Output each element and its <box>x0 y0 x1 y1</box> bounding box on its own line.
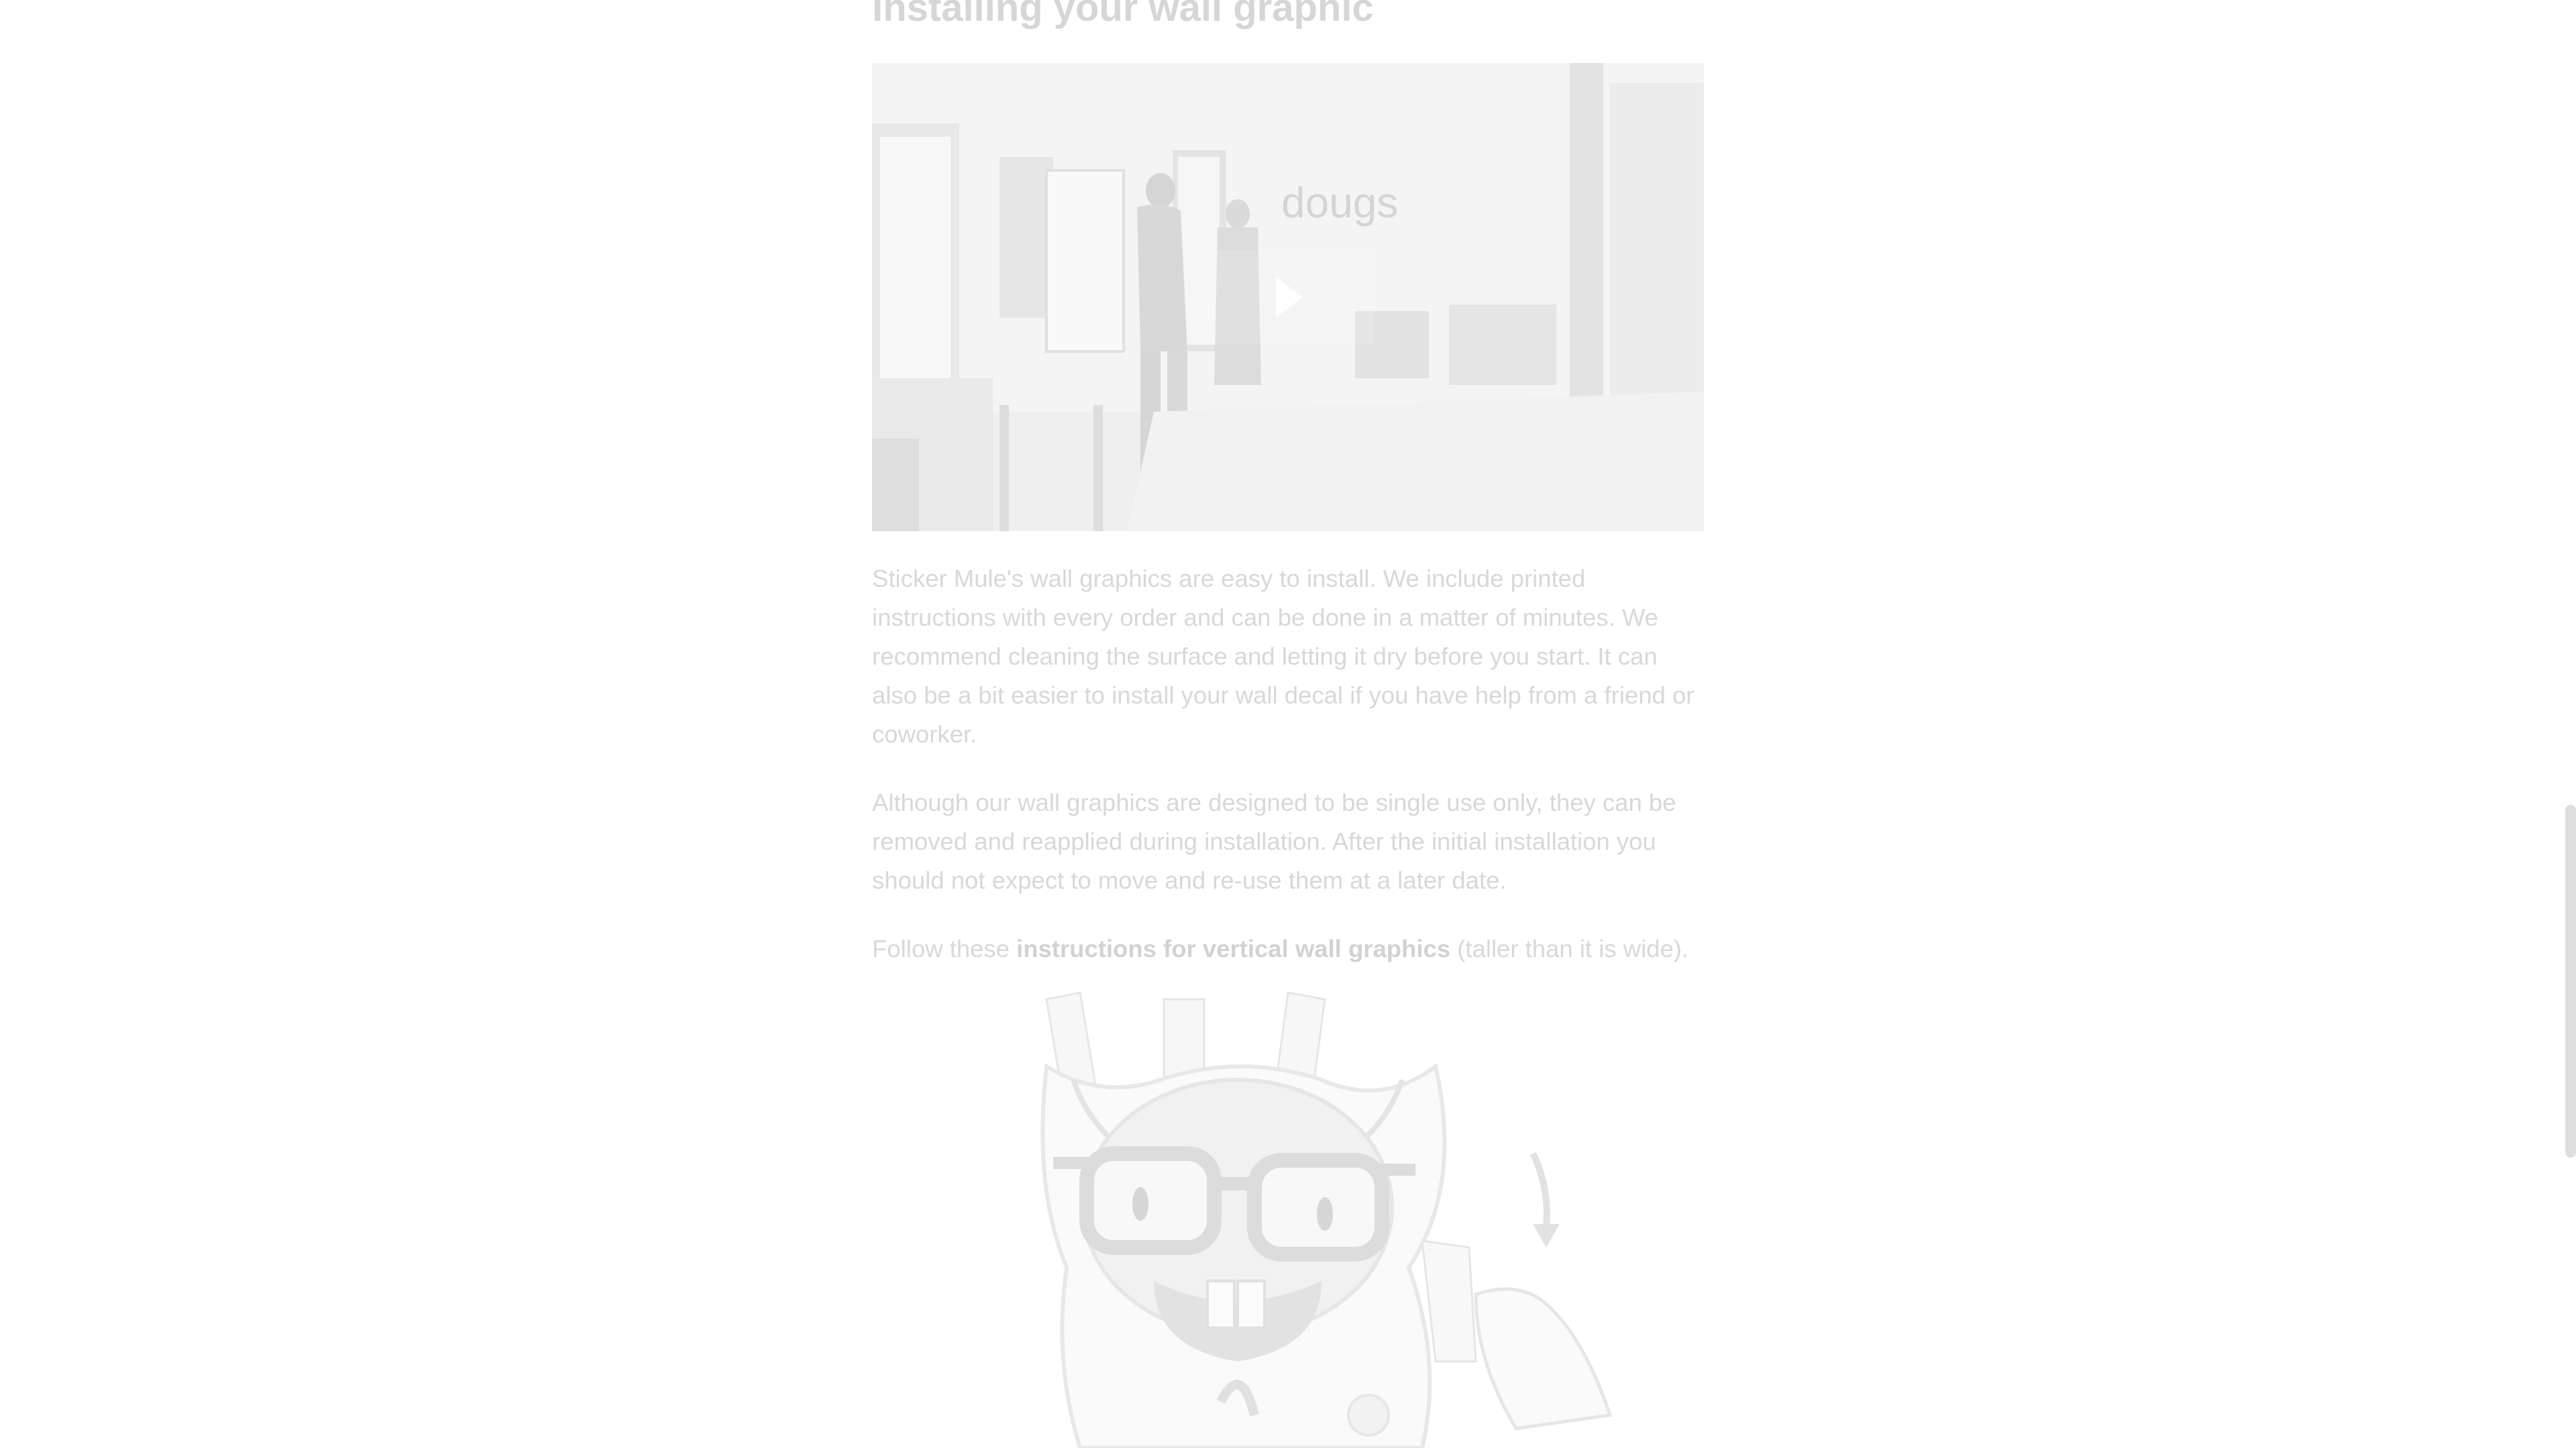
section-heading: Installing your wall graphic <box>872 0 1374 30</box>
wall-sign-text: dougs <box>1281 178 1398 227</box>
mascot-illustration <box>1040 991 1613 1448</box>
paragraph-vertical-instructions: Follow these instructions for vertical w… <box>872 930 1688 968</box>
scrollbar-thumb[interactable] <box>2565 805 2576 1158</box>
video-player[interactable]: dougs <box>872 63 1704 531</box>
page: Installing your wall graphic dougs Stick… <box>0 0 2576 1448</box>
paragraph-reuse-note: Although our wall graphics are designed … <box>872 789 1676 894</box>
p3-prefix: Follow these <box>872 935 1017 962</box>
vertical-instructions-link[interactable]: instructions for vertical wall graphics <box>1016 935 1450 962</box>
play-icon <box>1276 277 1303 317</box>
play-button[interactable] <box>1205 250 1373 344</box>
p3-suffix: (taller than it is wide). <box>1450 935 1689 962</box>
paragraph-install-intro: Sticker Mule's wall graphics are easy to… <box>872 565 1695 748</box>
